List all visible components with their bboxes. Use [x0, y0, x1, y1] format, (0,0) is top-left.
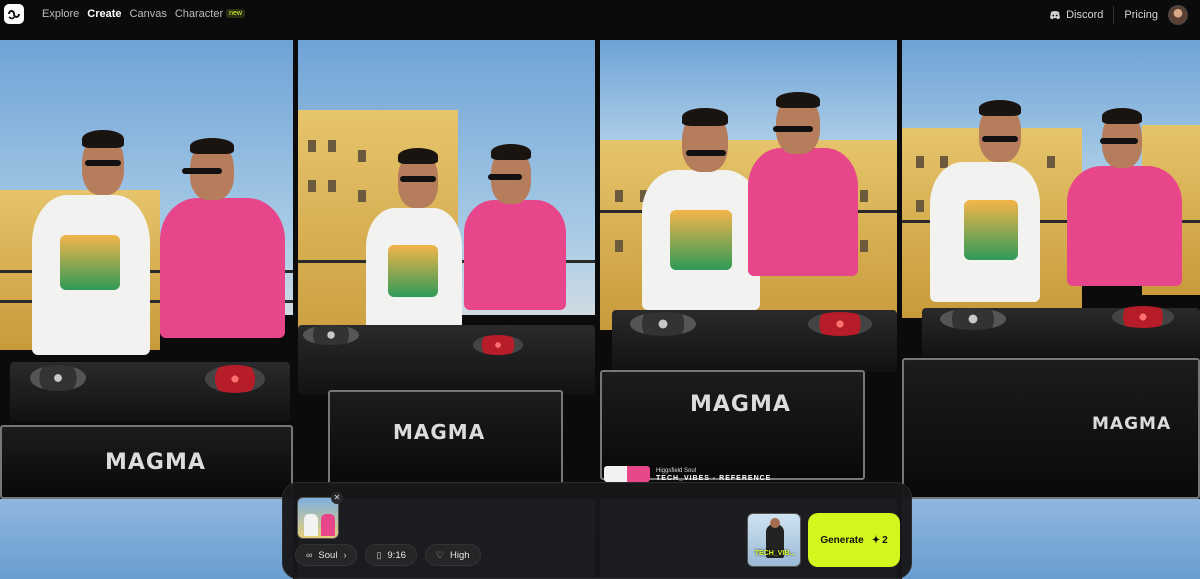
quality-chip[interactable]: ♡ High — [424, 544, 481, 566]
overlay-thumbnail — [604, 466, 650, 482]
style-reference-label: TECH_VIB... — [754, 550, 796, 557]
sparkle-icon: ✦ — [871, 534, 881, 546]
pricing-link[interactable]: Pricing — [1124, 9, 1158, 21]
case-label: MAGMA — [690, 392, 791, 417]
divider — [1113, 6, 1115, 24]
aspect-ratio-label: 9:16 — [387, 549, 406, 561]
generate-cost: ✦ 2 — [872, 535, 888, 546]
aspect-ratio-icon: ▯ — [376, 549, 382, 560]
app-logo[interactable] — [4, 4, 24, 24]
chevron-right-icon: › — [343, 550, 347, 560]
case-label: MAGMA — [393, 420, 486, 444]
turntable — [473, 335, 523, 355]
nav-canvas[interactable]: Canvas — [130, 8, 167, 20]
settings-chips: ∞ Soul › ▯ 9:16 ♡ High — [295, 544, 481, 566]
main-nav: Explore Create Canvas Character new — [42, 8, 245, 20]
quality-label: High — [449, 549, 470, 561]
case-label: MAGMA — [1092, 414, 1172, 434]
discord-link[interactable]: Discord — [1049, 9, 1103, 21]
gallery-image-1[interactable]: MAGMA — [0, 40, 293, 499]
discord-icon — [1050, 11, 1061, 20]
quality-icon: ♡ — [435, 549, 444, 560]
user-avatar[interactable] — [1168, 5, 1188, 25]
aspect-ratio-chip[interactable]: ▯ 9:16 — [365, 544, 417, 566]
style-reference-thumbnail[interactable]: TECH_VIB... — [747, 513, 801, 567]
turntable — [303, 325, 359, 345]
image-gallery: MAGMA MAGMA MAGMA MAGMA Higgsfield Soul … — [0, 40, 1200, 499]
turntable — [1112, 306, 1174, 328]
reference-image-thumbnail[interactable] — [297, 497, 339, 539]
logo-icon — [8, 10, 20, 20]
gallery-image-3[interactable]: MAGMA — [600, 40, 897, 499]
overlay-source: Higgsfield Soul — [656, 467, 697, 474]
nav-character[interactable]: Character new — [175, 8, 245, 20]
nav-character-label: Character — [174, 8, 224, 20]
nav-explore[interactable]: Explore — [42, 8, 79, 20]
model-label: Soul — [318, 549, 338, 561]
gallery-image-4[interactable]: MAGMA — [902, 40, 1200, 499]
reference-overlay: Higgsfield Soul TECH_VIBES - REFERENCE — [604, 464, 894, 484]
case-label: MAGMA — [105, 450, 206, 475]
turntable — [205, 365, 265, 393]
top-right-actions: Discord Pricing — [1049, 5, 1188, 25]
top-bar: Explore Create Canvas Character new Disco… — [0, 0, 1200, 30]
generate-button[interactable]: Generate ✦ 2 — [808, 513, 900, 567]
soul-icon: ∞ — [306, 550, 313, 560]
generate-cost-value: 2 — [882, 534, 888, 546]
remove-reference-close-icon[interactable]: ✕ — [331, 492, 343, 504]
turntable — [940, 308, 1006, 330]
new-badge: new — [226, 9, 245, 18]
turntable — [630, 312, 696, 336]
discord-label: Discord — [1066, 9, 1104, 21]
turntable — [30, 365, 86, 391]
nav-create[interactable]: Create — [87, 8, 121, 20]
model-select-chip[interactable]: ∞ Soul › — [295, 544, 358, 566]
generate-label: Generate — [820, 534, 864, 546]
turntable — [808, 312, 872, 336]
gallery-image-2[interactable]: MAGMA — [298, 40, 595, 499]
generation-composer: ✕ ∞ Soul › ▯ 9:16 ♡ High TECH_VIB... Gen… — [282, 482, 912, 579]
overlay-title: TECH_VIBES - REFERENCE — [656, 474, 772, 482]
